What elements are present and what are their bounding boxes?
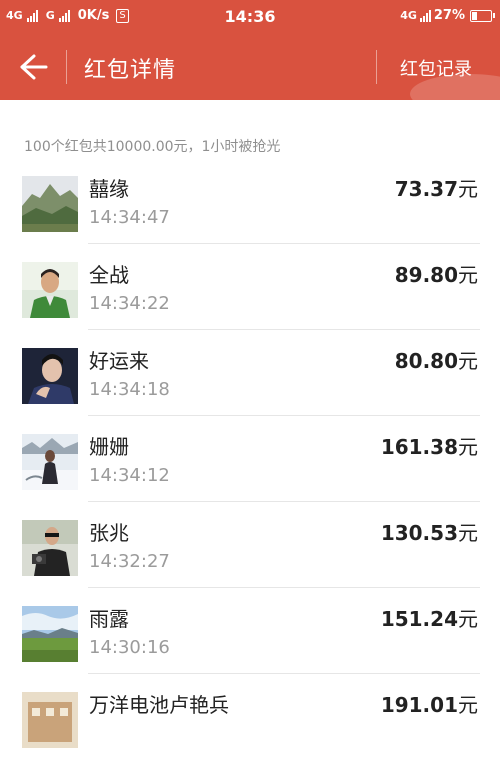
divider <box>376 50 377 84</box>
recipient-name: 张兆 <box>89 521 129 545</box>
amount-value: 73.37 <box>394 177 458 201</box>
avatar <box>22 348 78 404</box>
status-bar: 4G G 0K/s S 14:36 4G 27% <box>0 0 500 34</box>
avatar <box>22 434 78 490</box>
amount-value: 151.24 <box>380 607 458 631</box>
avatar <box>22 520 78 576</box>
grab-time: 14:34:47 <box>89 207 170 228</box>
amount: 80.80元 <box>395 345 478 374</box>
network-type-3: 4G <box>400 9 417 22</box>
battery-percent: 27% <box>433 8 465 23</box>
list-item[interactable]: 全战 14:34:22 89.80元 <box>0 244 500 330</box>
recipient-name: 姗姗 <box>89 435 129 459</box>
amount-value: 89.80 <box>394 263 458 287</box>
divider <box>66 50 67 84</box>
page-title: 红包详情 <box>84 58 177 83</box>
title-bar: 红包详情 红包记录 <box>0 34 500 100</box>
status-right: 4G 27% <box>400 8 495 23</box>
amount-unit: 元 <box>458 349 478 373</box>
grab-time: 14:30:16 <box>89 637 170 658</box>
amount-value: 191.01 <box>380 693 458 717</box>
amount-unit: 元 <box>458 607 478 631</box>
grab-time: 14:34:12 <box>89 465 170 486</box>
grab-time: 14:34:18 <box>89 379 170 400</box>
amount: 89.80元 <box>395 259 478 288</box>
recipient-list: 囍缘 14:34:47 73.37元 全战 14:34:22 89.80元 好运… <box>0 158 500 760</box>
avatar <box>22 262 78 318</box>
amount: 161.38元 <box>381 431 478 460</box>
amount-unit: 元 <box>458 435 478 459</box>
list-item[interactable]: 好运来 14:34:18 80.80元 <box>0 330 500 416</box>
packet-summary: 100个红包共10000.00元，1小时被抢光 <box>24 139 281 155</box>
avatar <box>22 606 78 662</box>
amount-value: 80.80 <box>394 349 458 373</box>
back-button[interactable] <box>12 52 52 82</box>
list-item[interactable]: 万洋电池卢艳兵 191.01元 <box>0 674 500 760</box>
amount: 130.53元 <box>381 517 478 546</box>
avatar <box>22 692 78 748</box>
amount-value: 130.53 <box>380 521 458 545</box>
recipient-name: 全战 <box>89 263 129 287</box>
recipient-name: 万洋电池卢艳兵 <box>89 693 229 717</box>
amount-unit: 元 <box>458 177 478 201</box>
amount: 191.01元 <box>381 689 478 718</box>
list-item[interactable]: 姗姗 14:34:12 161.38元 <box>0 416 500 502</box>
battery-icon <box>470 9 495 22</box>
amount-unit: 元 <box>458 263 478 287</box>
recipient-name: 囍缘 <box>89 177 129 201</box>
grab-time: 14:34:22 <box>89 293 170 314</box>
list-item[interactable]: 张兆 14:32:27 130.53元 <box>0 502 500 588</box>
arrow-left-icon <box>20 54 48 80</box>
amount: 73.37元 <box>395 173 478 202</box>
signal-icon-3 <box>419 9 431 22</box>
amount: 151.24元 <box>381 603 478 632</box>
list-item[interactable]: 囍缘 14:34:47 73.37元 <box>0 158 500 244</box>
recipient-name: 雨露 <box>89 607 129 631</box>
grab-time: 14:32:27 <box>89 551 170 572</box>
avatar <box>22 176 78 232</box>
amount-unit: 元 <box>458 693 478 717</box>
amount-unit: 元 <box>458 521 478 545</box>
recipient-name: 好运来 <box>89 349 149 373</box>
amount-value: 161.38 <box>380 435 458 459</box>
list-item[interactable]: 雨露 14:30:16 151.24元 <box>0 588 500 674</box>
